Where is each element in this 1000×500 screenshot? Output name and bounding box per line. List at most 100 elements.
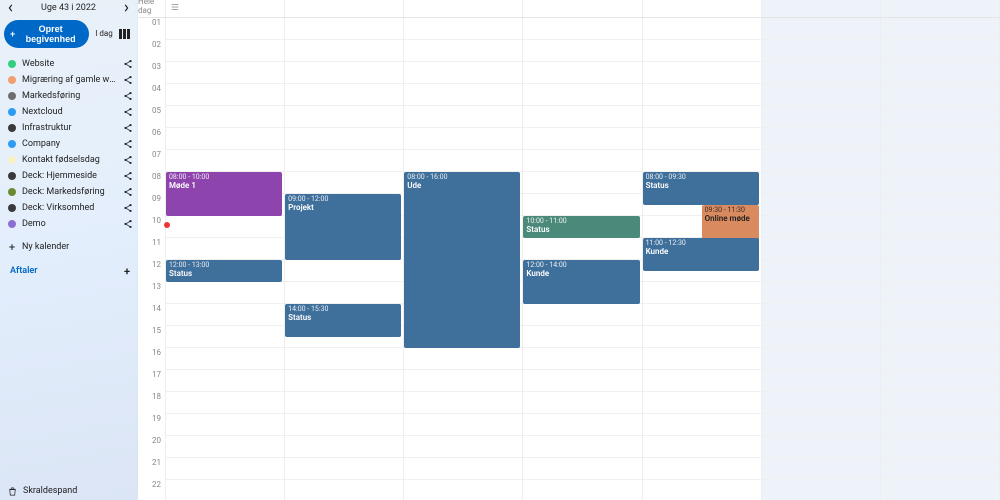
share-icon[interactable] <box>123 91 133 101</box>
view-toggle-button[interactable] <box>119 29 133 39</box>
allday-cell[interactable] <box>762 0 881 17</box>
hour-label: 02 <box>138 40 166 62</box>
calendar-event[interactable]: 09:00 - 12:00Projekt <box>285 194 401 260</box>
calendar-event[interactable]: 11:00 - 12:30Kunde <box>643 238 759 271</box>
share-icon[interactable] <box>123 171 133 181</box>
event-title: Kunde <box>526 269 549 278</box>
calendar-item[interactable]: Deck: Virksomhed <box>0 200 137 216</box>
allday-cell[interactable] <box>643 0 762 17</box>
appointments-section[interactable]: Aftaler + <box>0 256 137 280</box>
hour-label: 10 <box>138 216 166 238</box>
event-time: 10:00 - 11:00 <box>526 218 636 225</box>
calendar-item[interactable]: Deck: Markedsføring <box>0 184 137 200</box>
create-event-button[interactable]: + Opret begivenhed <box>4 20 89 48</box>
event-title: Møde 1 <box>169 181 196 190</box>
day-column[interactable]: 10:00 - 11:00Status 12:00 - 14:00Kunde <box>523 18 642 500</box>
hour-label: 22 <box>138 480 166 500</box>
hour-label: 04 <box>138 84 166 106</box>
calendar-item[interactable]: Nextcloud <box>0 104 137 120</box>
plus-icon: + <box>10 29 15 39</box>
event-time: 08:00 - 10:00 <box>169 174 279 181</box>
calendar-name: Infrastruktur <box>22 123 117 133</box>
calendar-name: Website <box>22 59 117 69</box>
calendar-item[interactable]: Deck: Hjemmeside <box>0 168 137 184</box>
allday-cell[interactable] <box>166 0 285 17</box>
day-column[interactable]: 08:00 - 10:00Møde 1 12:00 - 13:00Status <box>166 18 285 500</box>
allday-cell[interactable] <box>404 0 523 17</box>
hour-label: 18 <box>138 392 166 414</box>
week-label[interactable]: Uge 43 i 2022 <box>22 3 115 13</box>
hour-label: 13 <box>138 282 166 304</box>
day-column[interactable]: 08:00 - 09:30Status 09:30 - 11:30Online m… <box>643 18 762 500</box>
hour-label: 05 <box>138 106 166 128</box>
event-time: 09:30 - 11:30 <box>705 207 756 214</box>
calendar-color-dot <box>8 188 16 196</box>
day-column[interactable]: 09:00 - 12:00Projekt 14:00 - 15:30Status <box>285 18 404 500</box>
calendar-event[interactable]: 12:00 - 13:00Status <box>166 260 282 282</box>
day-column[interactable] <box>762 18 881 500</box>
event-time: 14:00 - 15:30 <box>288 306 398 313</box>
calendar-item[interactable]: Website <box>0 56 137 72</box>
calendar-event[interactable]: 12:00 - 14:00Kunde <box>523 260 639 304</box>
calendar-item[interactable]: Infrastruktur <box>0 120 137 136</box>
calendar-color-dot <box>8 124 16 132</box>
calendar-name: Migræring af gamle we… <box>22 75 117 85</box>
event-time: 12:00 - 14:00 <box>526 262 636 269</box>
calendar-name: Company <box>22 139 117 149</box>
calendar-event[interactable]: 08:00 - 09:30Status <box>643 172 759 205</box>
calendar-item[interactable]: Markedsføring <box>0 88 137 104</box>
day-column[interactable] <box>881 18 1000 500</box>
hour-label: 17 <box>138 370 166 392</box>
calendar-item[interactable]: Company <box>0 136 137 152</box>
next-week-button[interactable] <box>119 1 133 15</box>
share-icon[interactable] <box>123 107 133 117</box>
trash-icon <box>8 487 17 496</box>
event-title: Ude <box>407 181 421 190</box>
share-icon[interactable] <box>123 219 133 229</box>
calendar-event[interactable]: 08:00 - 16:00Ude <box>404 172 520 348</box>
calendar-event[interactable]: 10:00 - 11:00Status <box>523 216 639 238</box>
calendar-list: Website Migræring af gamle we… Markedsføri… <box>0 54 137 234</box>
event-title: Status <box>169 269 192 278</box>
trash-button[interactable]: Skraldespand <box>8 486 129 496</box>
calendar-color-dot <box>8 108 16 116</box>
today-button[interactable]: I dag <box>93 30 115 39</box>
day-column[interactable]: 08:00 - 16:00Ude <box>404 18 523 500</box>
calendar-name: Deck: Markedsføring <box>22 187 117 197</box>
appointments-label: Aftaler <box>10 266 37 276</box>
event-time: 12:00 - 13:00 <box>169 262 279 269</box>
new-calendar-button[interactable]: + Ny kalender <box>0 238 137 256</box>
calendar-item[interactable]: Demo <box>0 216 137 232</box>
event-time: 09:00 - 12:00 <box>288 196 398 203</box>
calendar-event[interactable]: 08:00 - 10:00Møde 1 <box>166 172 282 216</box>
event-title: Kunde <box>646 247 669 256</box>
plus-icon: + <box>123 267 131 275</box>
share-icon[interactable] <box>123 203 133 213</box>
hour-label: 20 <box>138 436 166 458</box>
event-time: 11:00 - 12:30 <box>646 240 756 247</box>
now-indicator <box>164 222 170 228</box>
share-icon[interactable] <box>123 75 133 85</box>
calendar-item[interactable]: Migræring af gamle we… <box>0 72 137 88</box>
share-icon[interactable] <box>123 59 133 69</box>
calendar-name: Demo <box>22 219 117 229</box>
hour-label: 16 <box>138 348 166 370</box>
share-icon[interactable] <box>123 155 133 165</box>
prev-week-button[interactable] <box>4 1 18 15</box>
event-title: Status <box>646 181 669 190</box>
share-icon[interactable] <box>123 123 133 133</box>
calendar-color-dot <box>8 156 16 164</box>
event-title: Online møde <box>705 214 750 223</box>
allday-cell[interactable] <box>881 0 1000 17</box>
calendar-item[interactable]: Kontakt fødselsdag <box>0 152 137 168</box>
calendar-event[interactable]: 14:00 - 15:30Status <box>285 304 401 337</box>
allday-cell[interactable] <box>523 0 642 17</box>
share-icon[interactable] <box>123 139 133 149</box>
calendar-color-dot <box>8 204 16 212</box>
trash-label: Skraldespand <box>23 486 77 496</box>
plus-icon: + <box>8 243 16 251</box>
share-icon[interactable] <box>123 187 133 197</box>
hour-label: 12 <box>138 260 166 282</box>
allday-cell[interactable] <box>285 0 404 17</box>
hour-label: 11 <box>138 238 166 260</box>
